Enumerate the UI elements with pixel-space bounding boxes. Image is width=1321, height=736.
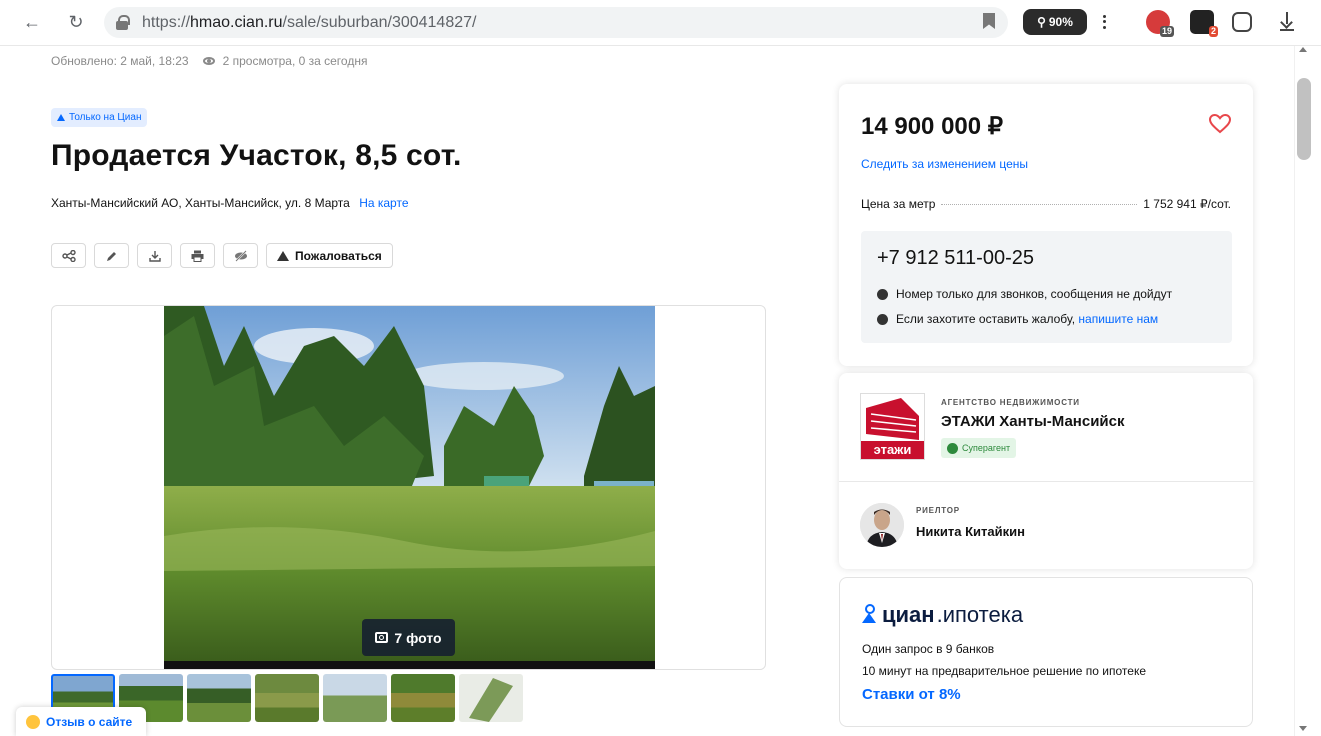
cian-mortgage-logo: циан .ипотека bbox=[862, 602, 1023, 628]
thumbnail[interactable] bbox=[255, 674, 319, 722]
action-toolbar: Пожаловаться bbox=[51, 243, 393, 268]
cian-arrow-icon bbox=[57, 114, 65, 121]
price-per-unit: Цена за метр 1 752 941 ₽/сот. bbox=[861, 197, 1231, 211]
download-pdf-button[interactable] bbox=[137, 243, 172, 268]
note-button[interactable] bbox=[94, 243, 129, 268]
cian-logo-icon bbox=[862, 604, 876, 623]
view-count: 2 просмотра, 0 за сегодня bbox=[222, 54, 368, 68]
logo-wordmark: этажи bbox=[861, 441, 924, 459]
updated-date: Обновлено: 2 май, 18:23 bbox=[51, 54, 189, 68]
mortgage-rate-link[interactable]: Ставки от 8% bbox=[862, 686, 961, 703]
headset-icon bbox=[877, 313, 888, 325]
scrollbar-thumb[interactable] bbox=[1297, 78, 1311, 160]
plot-plan-icon bbox=[469, 678, 513, 722]
phone-number[interactable]: +7 912 511-00-25 bbox=[877, 247, 1034, 270]
reload-icon[interactable]: ↻ bbox=[64, 10, 88, 34]
map-link[interactable]: На карте bbox=[359, 196, 408, 210]
main-photo[interactable] bbox=[164, 306, 655, 669]
track-price-link[interactable]: Следить за изменением цены bbox=[861, 157, 1028, 171]
photo-gallery[interactable] bbox=[51, 305, 766, 670]
mortgage-banks-text: Один запрос в 9 банков bbox=[862, 642, 995, 656]
agency-logo[interactable]: этажи bbox=[860, 393, 925, 460]
scroll-down-icon[interactable] bbox=[1299, 726, 1307, 731]
zoom-indicator[interactable]: ⚲ 90% bbox=[1023, 9, 1087, 35]
eye-icon bbox=[202, 57, 215, 65]
browser-menu-icon[interactable] bbox=[1098, 10, 1110, 34]
scroll-up-icon[interactable] bbox=[1299, 47, 1307, 52]
realtor-name[interactable]: Никита Китайкин bbox=[916, 524, 1025, 539]
phone-box: +7 912 511-00-25 Номер только для звонко… bbox=[861, 231, 1232, 343]
agency-type-label: АГЕНТСТВО НЕДВИЖИМОСТИ bbox=[941, 398, 1080, 407]
thumbnail[interactable] bbox=[323, 674, 387, 722]
write-us-link[interactable]: напишите нам bbox=[1078, 312, 1158, 326]
share-icon bbox=[61, 249, 76, 262]
mortgage-decision-text: 10 минут на предварительное решение по и… bbox=[862, 664, 1146, 678]
extension-icon[interactable]: 2 bbox=[1190, 10, 1218, 37]
page-title: Продается Участок, 8,5 сот. bbox=[51, 139, 462, 172]
price: 14 900 000 ₽ bbox=[861, 113, 1004, 140]
back-arrow-icon[interactable]: ← bbox=[20, 10, 44, 34]
listing-meta: Обновлено: 2 май, 18:23 2 просмотра, 0 з… bbox=[51, 54, 367, 68]
agency-name[interactable]: ЭТАЖИ Ханты-Мансийск bbox=[941, 413, 1125, 430]
agency-card: этажи АГЕНТСТВО НЕДВИЖИМОСТИ ЭТАЖИ Ханты… bbox=[839, 373, 1253, 569]
pencil-icon bbox=[106, 251, 116, 261]
listing-address: Ханты-Мансийский АО, Ханты-Мансийск, ул.… bbox=[51, 196, 409, 210]
extensions-puzzle-icon[interactable] bbox=[1232, 12, 1252, 32]
url-host: hmao.cian.ru bbox=[190, 13, 283, 31]
smile-icon bbox=[26, 714, 40, 729]
extension-icon[interactable]: 19 bbox=[1146, 10, 1174, 37]
url-prefix: https:// bbox=[142, 13, 191, 31]
share-button[interactable] bbox=[51, 243, 86, 268]
complain-button[interactable]: Пожаловаться bbox=[266, 243, 393, 268]
warning-icon bbox=[277, 250, 289, 261]
land-plot-photo bbox=[164, 306, 655, 669]
thumbnail-plan[interactable] bbox=[459, 674, 523, 722]
price-card: 14 900 000 ₽ Следить за изменением цены … bbox=[839, 84, 1253, 366]
download-icon bbox=[148, 250, 161, 262]
phone-icon bbox=[877, 288, 888, 300]
mortgage-card[interactable]: циан .ипотека Один запрос в 9 банков 10 м… bbox=[839, 577, 1253, 727]
hide-button[interactable] bbox=[223, 243, 258, 268]
hide-eye-icon bbox=[234, 249, 247, 262]
printer-icon bbox=[191, 250, 204, 262]
site-feedback-button[interactable]: Отзыв о сайте bbox=[16, 707, 146, 736]
realtor-role-label: РИЕЛТОР bbox=[916, 506, 960, 515]
complaint-note: Если захотите оставить жалобу, напишите … bbox=[877, 312, 1158, 326]
favorite-heart-icon[interactable] bbox=[1209, 114, 1231, 134]
photo-count-button[interactable]: 7 фото bbox=[362, 619, 455, 656]
thumbnail[interactable] bbox=[187, 674, 251, 722]
star-icon bbox=[947, 442, 958, 454]
camera-icon bbox=[375, 632, 389, 643]
only-cian-badge: Только на Циан bbox=[51, 108, 148, 127]
print-button[interactable] bbox=[180, 243, 215, 268]
extension-badge: 2 bbox=[1208, 26, 1218, 37]
building-logo-icon bbox=[866, 398, 919, 440]
realtor-photo bbox=[860, 503, 904, 547]
browser-toolbar: ← ↻ https://hmao.cian.ru/sale/suburban/3… bbox=[0, 0, 1321, 46]
url-path: /sale/suburban/300414827/ bbox=[282, 13, 477, 31]
address-bar[interactable]: https://hmao.cian.ru/sale/suburban/30041… bbox=[104, 7, 1008, 38]
zoom-value: 90% bbox=[1048, 15, 1073, 29]
divider bbox=[839, 481, 1253, 482]
superagent-badge: Суперагент bbox=[941, 438, 1017, 458]
lock-icon bbox=[116, 14, 130, 31]
thumbnail[interactable] bbox=[391, 674, 455, 722]
extension-badge: 19 bbox=[1159, 26, 1174, 37]
avatar[interactable] bbox=[860, 503, 904, 547]
zoom-magnifier-icon: ⚲ bbox=[1037, 15, 1046, 29]
calls-only-note: Номер только для звонков, сообщения не д… bbox=[877, 287, 1172, 301]
